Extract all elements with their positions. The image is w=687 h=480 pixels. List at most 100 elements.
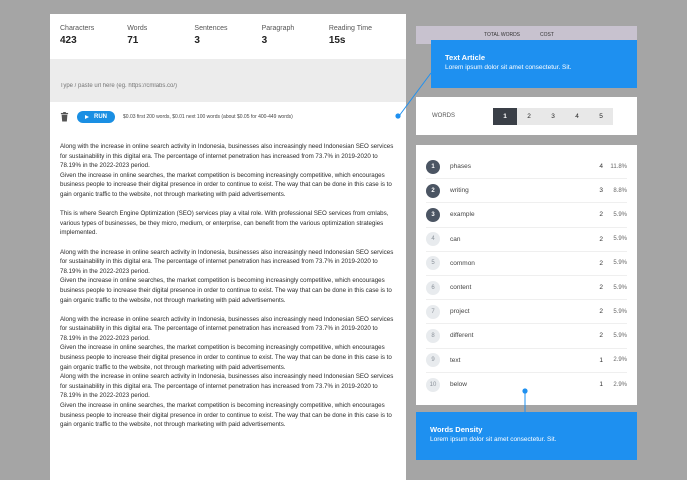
rank-badge: 4 [426, 232, 440, 247]
price-note: $0.03 first 200 words, $0.01 next 100 wo… [123, 114, 293, 120]
callout-body: Lorem ipsum dolor sit amet consectetur. … [445, 64, 572, 71]
article-paragraph: This is where Search Engine Optimization… [60, 209, 396, 238]
density-row: 7 project 2 5.9% [426, 300, 627, 325]
density-count: 4 [599, 163, 603, 171]
rank-badge: 8 [426, 328, 440, 343]
density-percent: 5.9% [613, 236, 627, 243]
density-row: 6 content 2 5.9% [426, 276, 627, 301]
article-paragraph: Along with the increase in online search… [60, 315, 396, 430]
density-row: 2 writing 3 8.8% [426, 179, 627, 204]
total-words-header: TOTAL WORDS [484, 32, 521, 38]
density-percent: 5.9% [613, 332, 627, 339]
article-sentence: Given the increase in online searches, t… [60, 344, 392, 371]
toolbar: RUN $0.03 first 200 words, $0.01 next 10… [50, 102, 406, 132]
article-sentence: This is where Search Engine Optimization… [60, 210, 389, 237]
density-percent: 5.9% [613, 211, 627, 218]
stat-sentences: Sentences 3 [194, 24, 261, 59]
article-paragraph: Along with the increase in online search… [60, 248, 396, 306]
density-count: 2 [599, 235, 603, 243]
word-count-option-1[interactable]: 1 [493, 107, 517, 125]
run-button-label: RUN [94, 114, 107, 120]
density-row: 5 common 2 5.9% [426, 252, 627, 276]
density-row: 1 phases 4 11.8% [426, 155, 627, 180]
density-word: common [450, 259, 475, 267]
rank-badge: 5 [426, 256, 440, 271]
article-text: Along with the increase in online search… [50, 132, 406, 430]
rank-badge: 3 [426, 207, 440, 222]
density-percent: 2.9% [613, 381, 627, 388]
stat-value: 3 [194, 35, 200, 46]
url-input[interactable] [60, 83, 396, 89]
text-article-callout: Text Article Lorem ipsum dolor sit amet … [431, 40, 637, 88]
stat-characters: Characters 423 [60, 24, 127, 59]
density-count: 1 [599, 381, 603, 389]
density-percent: 2.9% [613, 357, 627, 364]
stat-label: Sentences [194, 25, 228, 32]
article-sentence: Given the increase in online searches, t… [60, 277, 392, 304]
density-percent: 11.8% [610, 163, 627, 170]
density-percent: 5.9% [613, 260, 627, 267]
density-row: 9 text 1 2.9% [426, 349, 627, 373]
density-count: 3 [599, 187, 603, 195]
callout-title: Text Article [445, 53, 486, 62]
density-percent: 5.9% [613, 284, 627, 291]
article-sentence: Along with the increase in online search… [60, 248, 394, 275]
stat-value: 423 [60, 35, 77, 46]
stat-label: Words [127, 25, 148, 32]
density-row: 4 can 2 5.9% [426, 228, 627, 252]
density-word: below [450, 381, 467, 389]
word-count-selector: 1 2 3 4 5 [493, 107, 613, 125]
stat-value: 71 [127, 35, 139, 46]
play-icon [85, 115, 89, 119]
density-percent: 5.9% [613, 308, 627, 315]
article-sentence: Along with the increase in online search… [60, 315, 394, 342]
article-sentence: Along with the increase in online search… [60, 373, 394, 400]
stat-paragraph: Paragraph 3 [262, 24, 329, 59]
cost-header: COST [540, 32, 554, 38]
density-row: 3 example 2 5.9% [426, 203, 627, 228]
words-label: WORDS [432, 113, 455, 119]
density-word: project [450, 308, 470, 316]
word-count-option-5[interactable]: 5 [589, 108, 613, 125]
word-count-option-3[interactable]: 3 [541, 108, 565, 125]
rank-badge: 10 [426, 377, 440, 392]
article-sentence: Given the increase in online searches, t… [60, 402, 392, 429]
stat-label: Characters [60, 25, 95, 32]
rank-badge: 7 [426, 304, 440, 319]
density-word: phases [450, 163, 471, 171]
stat-label: Paragraph [261, 25, 295, 32]
article-sentence: Given the increase in online searches, t… [60, 171, 392, 198]
words-density-callout: Words Density Lorem ipsum dolor sit amet… [416, 412, 637, 460]
stat-value: 3 [261, 35, 268, 46]
stats-bar: Characters 423 Words 71 Sentences 3 Para… [50, 14, 406, 60]
density-word: text [450, 356, 461, 364]
run-button[interactable]: RUN [77, 111, 115, 123]
article-paragraph: Along with the increase in online search… [60, 142, 396, 200]
density-count: 2 [599, 259, 603, 267]
density-word: writing [450, 187, 469, 195]
stat-reading-time: Reading Time 15s [329, 24, 396, 59]
words-selector-panel: WORDS 1 2 3 4 5 [416, 97, 637, 135]
callout-body: Lorem ipsum dolor sit amet consectetur. … [430, 436, 557, 443]
density-count: 1 [599, 356, 603, 364]
density-row: 8 different 2 5.9% [426, 324, 627, 349]
word-count-option-2[interactable]: 2 [517, 108, 541, 125]
article-sentence: Along with the increase in online search… [60, 143, 394, 170]
density-count: 2 [599, 211, 603, 219]
density-word: example [450, 211, 475, 219]
url-input-area [50, 60, 406, 102]
stat-value: 15s [328, 35, 346, 46]
stat-label: Reading Time [328, 25, 373, 32]
density-word: can [450, 235, 461, 243]
rank-badge: 1 [426, 159, 440, 174]
trash-icon[interactable] [60, 112, 69, 122]
rank-badge: 6 [426, 280, 440, 295]
density-count: 2 [599, 332, 603, 340]
stat-words: Words 71 [127, 24, 194, 59]
density-row: 10 below 1 2.9% [426, 373, 627, 397]
words-density-panel: 1 phases 4 11.8% 2 writing 3 8.8% 3 exam… [416, 145, 637, 405]
word-count-option-4[interactable]: 4 [565, 108, 589, 125]
callout-title: Words Density [430, 425, 483, 434]
rank-badge: 2 [426, 183, 440, 198]
text-article-panel: Characters 423 Words 71 Sentences 3 Para… [50, 14, 406, 480]
